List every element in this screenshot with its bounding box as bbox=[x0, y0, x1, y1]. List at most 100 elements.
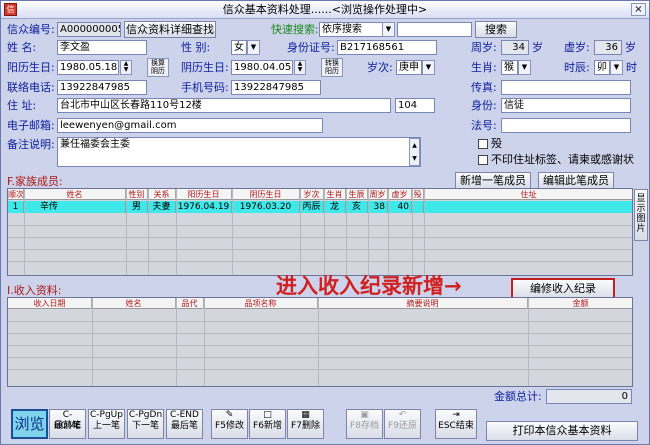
deceased-checkbox[interactable] bbox=[478, 139, 488, 149]
year-label: 岁次: bbox=[367, 61, 393, 74]
chevron-down-icon[interactable]: ▼ bbox=[518, 60, 531, 75]
grid-line bbox=[324, 189, 325, 275]
grid-line bbox=[424, 189, 425, 275]
exit-button[interactable]: ⇥ ESC结束 bbox=[435, 409, 477, 439]
solar-spinner[interactable]: ▲ ▼ bbox=[120, 60, 132, 75]
next-record-button[interactable]: C-PgDn 下一笔 bbox=[127, 409, 164, 439]
age-field: 34 bbox=[501, 40, 529, 55]
new-button[interactable]: □ F6新增 bbox=[249, 409, 286, 439]
fax-label: 传真: bbox=[471, 81, 497, 94]
grid-line bbox=[8, 321, 632, 322]
exit-icon: ⇥ bbox=[452, 410, 460, 420]
grid-line bbox=[8, 249, 632, 250]
idcard-label: 身份证号: bbox=[287, 41, 335, 54]
first-record-button[interactable]: C-HOME 最前笔 bbox=[49, 409, 86, 439]
age-unit: 岁 bbox=[532, 41, 543, 54]
dharma-name-label: 法号: bbox=[471, 119, 497, 132]
cell-name: 辛传 bbox=[24, 201, 126, 213]
add-family-button[interactable]: 新增一笔成员 bbox=[455, 172, 531, 189]
grid-line bbox=[388, 189, 389, 275]
income-section-title: I.收入资料: bbox=[7, 284, 62, 297]
phone-field[interactable]: 13922847985 bbox=[57, 80, 147, 95]
quick-search-select[interactable]: 依序搜索 bbox=[319, 22, 384, 37]
close-button[interactable]: × bbox=[631, 3, 646, 16]
family-table-header: 顺次 姓名 性别 关系 阳历生日 阴历生日 岁次 生肖 生辰 周岁 虚岁 殁 住… bbox=[8, 189, 632, 200]
chevron-down-icon[interactable]: ▼ bbox=[422, 60, 435, 75]
family-table[interactable]: 顺次 姓名 性别 关系 阳历生日 阴历生日 岁次 生肖 生辰 周岁 虚岁 殁 住… bbox=[7, 188, 633, 276]
total-field: 0 bbox=[546, 389, 632, 404]
table-row[interactable]: 1 辛传 男 夫妻 1976.04.19 1976.03.20 丙辰 龙 亥 3… bbox=[8, 201, 632, 213]
col-header: 顺次 bbox=[8, 189, 24, 200]
grid-line bbox=[8, 369, 632, 370]
note-textarea[interactable]: 兼任福委会主委 bbox=[57, 137, 421, 167]
xuage-label: 虚岁: bbox=[564, 41, 590, 54]
delete-button[interactable]: ▦ F7删除 bbox=[287, 409, 324, 439]
gender-select[interactable]: 女 bbox=[231, 40, 247, 55]
no-print-checkbox[interactable] bbox=[478, 155, 488, 165]
idcard-field[interactable]: B217168561 bbox=[337, 40, 437, 55]
address-field[interactable]: 台北市中山区长春路110号12楼 bbox=[57, 98, 391, 113]
fax-field[interactable] bbox=[501, 80, 631, 95]
convert-lunar-button[interactable]: 换算阴历 bbox=[147, 58, 169, 77]
lunar-birthday-field[interactable]: 1980.04.05 bbox=[231, 60, 293, 75]
age-label: 周岁: bbox=[471, 41, 497, 54]
chevron-down-icon[interactable]: ▼ bbox=[247, 40, 260, 55]
last-record-button[interactable]: C-END 最后笔 bbox=[166, 409, 203, 439]
chevron-down-icon[interactable]: ▼ bbox=[382, 22, 395, 37]
col-header: 住址 bbox=[424, 189, 632, 200]
new-doc-icon: □ bbox=[263, 410, 272, 420]
phone-label: 联络电话: bbox=[7, 81, 55, 94]
identity-field[interactable]: 信徒 bbox=[501, 98, 631, 113]
app-icon: 信 bbox=[4, 3, 17, 16]
note-scrollbar[interactable]: ▲ ▼ bbox=[409, 138, 420, 166]
hour-select[interactable]: 卯 bbox=[594, 60, 610, 75]
convert-solar-button[interactable]: 转换阳历 bbox=[321, 58, 343, 77]
new-label: F6新增 bbox=[253, 421, 282, 431]
save-button[interactable]: ▣ F8存档 bbox=[346, 409, 383, 439]
col-header: 阳历生日 bbox=[176, 189, 232, 200]
search-button[interactable]: 搜索 bbox=[475, 21, 517, 38]
year-select[interactable]: 庚申 bbox=[396, 60, 422, 75]
col-header: 姓名 bbox=[24, 189, 126, 200]
name-field[interactable]: 李文盈 bbox=[57, 40, 147, 55]
prev-record-button[interactable]: C-PgUp 上一笔 bbox=[88, 409, 125, 439]
cell-addr bbox=[424, 201, 632, 213]
mobile-field[interactable]: 13922847985 bbox=[231, 80, 321, 95]
dharma-name-field[interactable] bbox=[501, 118, 631, 133]
browse-button[interactable]: 浏览 bbox=[11, 409, 48, 439]
col-header: 阴历生日 bbox=[232, 189, 300, 200]
quick-search-input[interactable] bbox=[397, 22, 472, 37]
col-header: 金额 bbox=[528, 298, 632, 309]
grid-line bbox=[148, 189, 149, 275]
cell-lunar: 1976.03.20 bbox=[232, 201, 300, 213]
detail-search-button[interactable]: 信众资料详细查找 bbox=[124, 21, 216, 38]
grid-line bbox=[24, 189, 25, 275]
chevron-down-icon[interactable]: ▼ bbox=[610, 60, 623, 75]
grid-line bbox=[176, 298, 177, 386]
grid-line bbox=[528, 298, 529, 386]
lunar-spinner[interactable]: ▲ ▼ bbox=[294, 60, 306, 75]
solar-birthday-field[interactable]: 1980.05.18 bbox=[57, 60, 119, 75]
hour-unit: 时 bbox=[626, 61, 637, 74]
xuage-field: 36 bbox=[594, 40, 622, 55]
zipcode-field[interactable]: 104 bbox=[395, 98, 435, 113]
restore-label: F9还原 bbox=[388, 421, 417, 431]
restore-button[interactable]: ↶ F9还原 bbox=[384, 409, 421, 439]
email-label: 电子邮箱: bbox=[7, 119, 55, 132]
first-label: 最前笔 bbox=[53, 421, 81, 431]
identity-label: 身份: bbox=[471, 99, 497, 112]
col-header: 生辰 bbox=[346, 189, 368, 200]
title-bar: 信 信众基本资料处理......<浏览操作处理中> × bbox=[1, 1, 649, 19]
lunar-birthday-label: 阴历生日: bbox=[181, 61, 229, 74]
member-id-field: A000000005 bbox=[57, 22, 121, 37]
zodiac-select[interactable]: 猴 bbox=[501, 60, 518, 75]
grid-line bbox=[126, 189, 127, 275]
income-table[interactable]: 收入日期 姓名 品代 品项名称 摘要说明 金额 bbox=[7, 297, 633, 387]
family-section-title: F.家族成员: bbox=[7, 175, 63, 188]
edit-button[interactable]: ✎ F5修改 bbox=[211, 409, 248, 439]
save-label: F8存档 bbox=[350, 421, 379, 431]
email-field[interactable]: leewenyen@gmail.com bbox=[57, 118, 323, 133]
show-photo-button[interactable]: 显示图片 bbox=[634, 189, 648, 241]
edit-family-button[interactable]: 编辑此笔成员 bbox=[538, 172, 614, 189]
print-member-button[interactable]: 打印本信众基本资料 bbox=[486, 421, 638, 441]
